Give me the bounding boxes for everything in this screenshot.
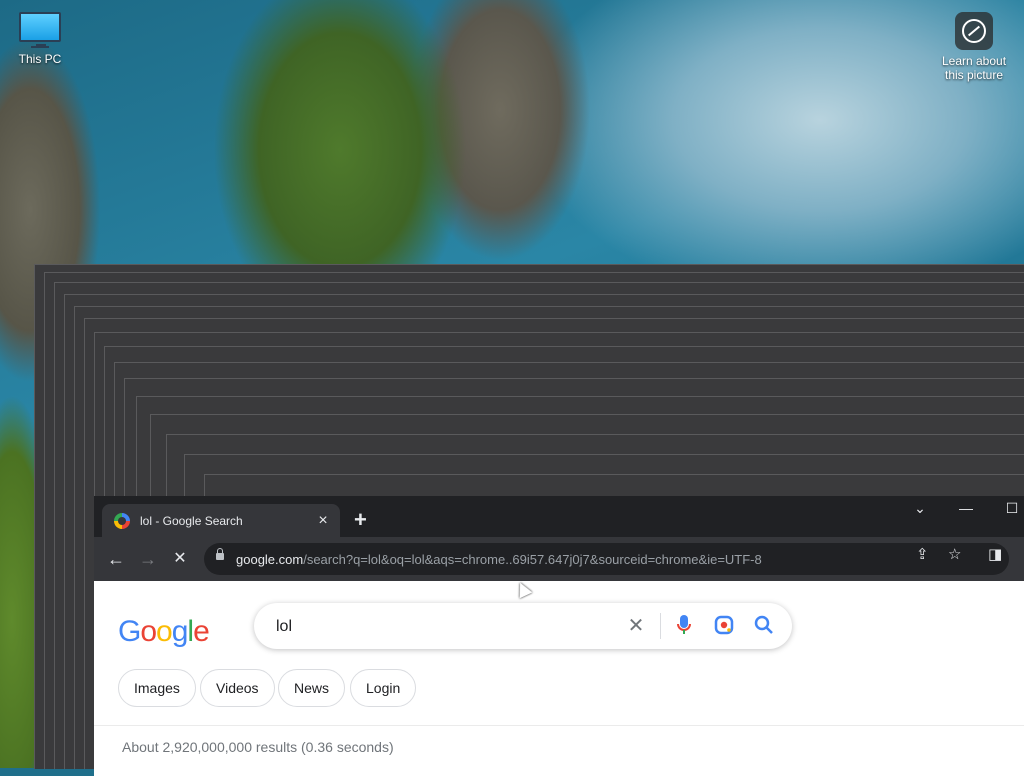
search-divider — [660, 613, 661, 639]
voice-search-icon[interactable] — [673, 615, 695, 637]
chip-videos[interactable]: Videos — [200, 669, 275, 707]
logo-letter: G — [118, 615, 141, 648]
result-stats: About 2,920,000,000 results (0.36 second… — [122, 739, 394, 755]
lock-icon — [216, 548, 224, 560]
tab-strip: lol - Google Search × + ⌄ — ☐ — [94, 496, 1024, 537]
tab-search-button[interactable]: ⌄ — [906, 500, 934, 517]
logo-letter: o — [140, 615, 157, 648]
browser-toolbar: ← → ✕ google.com/search?q=lol&oq=lol&aqs… — [94, 537, 1024, 581]
desktop-icon-learn-about-picture[interactable]: Learn about this picture — [936, 12, 1012, 82]
url-path: /search?q=lol&oq=lol&aqs=chrome..69i57.6… — [303, 551, 762, 567]
logo-letter: o — [156, 615, 173, 648]
back-button[interactable]: ← — [104, 547, 128, 571]
search-box: ✕ — [254, 603, 792, 649]
chip-news[interactable]: News — [278, 669, 346, 707]
address-bar[interactable]: google.com/search?q=lol&oq=lol&aqs=chrom… — [204, 543, 1009, 575]
search-input[interactable] — [274, 615, 608, 639]
share-icon[interactable]: ⇪ — [916, 545, 929, 563]
desktop-icon-label: This PC — [18, 52, 62, 66]
tab-title: lol - Google Search — [140, 513, 243, 528]
maximize-button[interactable]: ☐ — [998, 500, 1024, 517]
url-host: google.com — [236, 551, 304, 567]
side-panel-icon[interactable]: ◨ — [988, 545, 1002, 563]
learn-about-picture-icon — [955, 12, 993, 50]
minimize-button[interactable]: — — [952, 500, 980, 516]
lens-search-icon[interactable] — [713, 615, 735, 637]
tab-google-search[interactable]: lol - Google Search × — [102, 504, 340, 537]
logo-letter: g — [171, 615, 189, 648]
tab-close-button[interactable]: × — [314, 512, 332, 529]
logo-letter: e — [193, 615, 210, 648]
divider — [94, 725, 1024, 726]
google-logo[interactable]: Google — [118, 615, 210, 649]
new-tab-button[interactable]: + — [354, 509, 367, 531]
google-favicon-icon — [114, 512, 130, 529]
clear-search-icon[interactable]: ✕ — [625, 615, 647, 637]
monitor-icon — [19, 12, 61, 48]
forward-button[interactable]: → — [136, 547, 160, 571]
search-submit-icon[interactable] — [753, 615, 775, 637]
desktop-icon-label: Learn about this picture — [941, 54, 1007, 82]
stop-loading-button[interactable]: ✕ — [168, 547, 192, 571]
desktop-icon-this-pc[interactable]: This PC — [2, 12, 78, 66]
google-results-page: Google ✕ Images Videos News Login About … — [94, 581, 1024, 776]
chip-login[interactable]: Login — [350, 669, 417, 707]
chip-images[interactable]: Images — [118, 669, 196, 707]
browser-window: lol - Google Search × + ⌄ — ☐ ← → ✕ goog… — [94, 496, 1024, 776]
bookmark-star-icon[interactable]: ☆ — [948, 545, 961, 563]
